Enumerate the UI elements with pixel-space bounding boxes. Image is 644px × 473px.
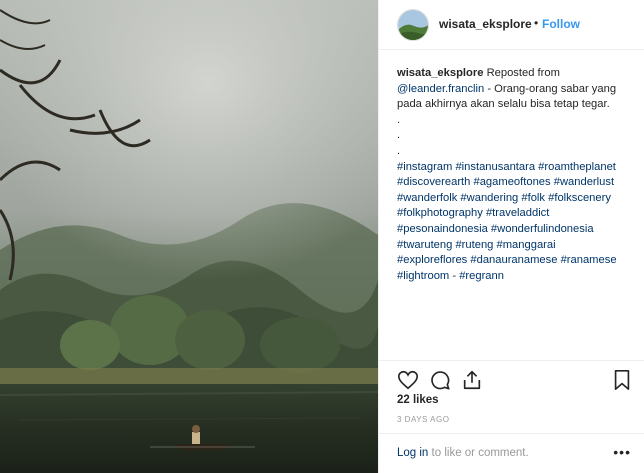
heart-icon[interactable] xyxy=(397,369,419,391)
hashtag-link[interactable]: #regrann xyxy=(459,270,504,282)
instagram-post-view: wisata_eksplore • Follow wisata_eksplore… xyxy=(0,0,644,473)
hashtag-line[interactable]: #pesonaindonesia #wonderfulindonesia xyxy=(397,222,637,238)
post-details-panel: wisata_eksplore • Follow wisata_eksplore… xyxy=(378,0,644,473)
caption-line: @leander.franclin - Orang-orang sabar ya… xyxy=(397,82,637,98)
post-timestamp: 3 DAYS AGO xyxy=(397,415,450,424)
comment-bar: Log in to like or comment. ••• xyxy=(379,433,644,473)
post-header: wisata_eksplore • Follow xyxy=(379,0,644,50)
misty-lake-image xyxy=(0,0,378,473)
avatar-image xyxy=(398,10,428,40)
login-prompt-text: to like or comment. xyxy=(431,447,529,459)
share-icon[interactable] xyxy=(461,369,483,391)
caption-text: - Orang-orang sabar yang xyxy=(487,82,617,95)
hashtag-line[interactable]: #wanderfolk #wandering #folk #folkscener… xyxy=(397,191,637,207)
avatar[interactable] xyxy=(397,9,429,41)
hashtag-line[interactable]: #exploreflores #danauranamese #ranamese xyxy=(397,253,637,269)
caption-dot: . xyxy=(397,144,401,157)
caption-line: wisata_eksplore Reposted from xyxy=(397,66,637,82)
hashtag-line[interactable]: #twaruteng #ruteng #manggarai xyxy=(397,238,637,254)
login-prompt: Log in to like or comment. xyxy=(397,447,529,459)
reposted-label: Reposted from xyxy=(486,67,560,79)
separator-dot: • xyxy=(534,16,539,30)
likes-count[interactable]: 22 likes xyxy=(397,394,439,406)
caption-separator: - xyxy=(452,269,457,282)
more-options-icon[interactable]: ••• xyxy=(613,444,631,460)
mention-link[interactable]: @leander.franclin xyxy=(397,83,484,95)
post-photo[interactable] xyxy=(0,0,378,473)
caption-line: #lightroom - #regrann xyxy=(397,269,637,285)
username-link[interactable]: wisata_eksplore xyxy=(439,17,532,31)
hashtag-line[interactable]: #discoverearth #agameoftones #wanderlust xyxy=(397,175,637,191)
caption-text: pada akhirnya akan selalu bisa tetap teg… xyxy=(397,98,610,111)
follow-button[interactable]: Follow xyxy=(542,17,580,31)
hashtag-line[interactable]: #instagram #instanusantara #roamtheplane… xyxy=(397,160,637,176)
caption-dot: . xyxy=(397,113,401,126)
login-link[interactable]: Log in xyxy=(397,447,428,459)
comment-icon[interactable] xyxy=(429,369,451,391)
hashtag-line[interactable]: #folkphotography #traveladdict xyxy=(397,206,637,222)
hashtag-link[interactable]: #lightroom xyxy=(397,270,449,282)
post-caption: wisata_eksplore Reposted from @leander.f… xyxy=(397,66,637,284)
bookmark-icon[interactable] xyxy=(611,369,633,391)
action-bar xyxy=(379,360,644,390)
caption-username[interactable]: wisata_eksplore xyxy=(397,67,483,79)
caption-dot: . xyxy=(397,129,401,142)
